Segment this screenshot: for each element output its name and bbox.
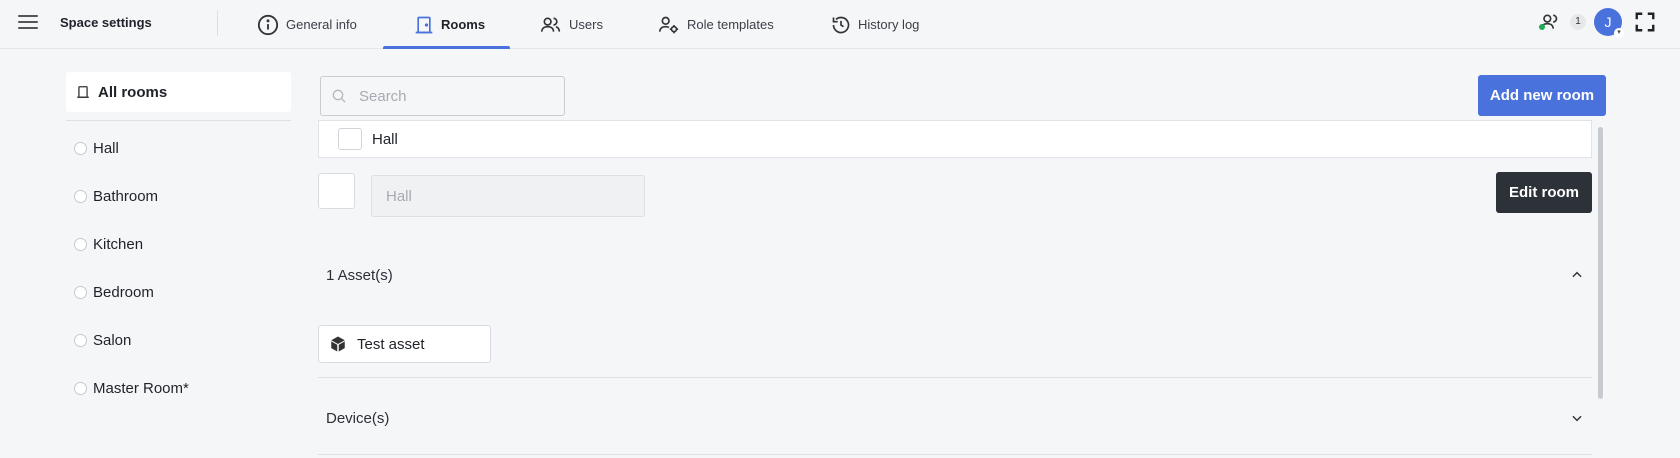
section-divider <box>318 454 1592 455</box>
sidebar-item-salon[interactable]: Salon <box>74 329 131 351</box>
tab-users[interactable]: Users <box>540 0 603 49</box>
sidebar-divider <box>66 120 291 121</box>
active-tab-indicator <box>383 46 510 49</box>
room-name-field[interactable] <box>371 175 645 217</box>
assets-section-label: 1 Asset(s) <box>326 266 393 284</box>
door-icon <box>77 86 89 98</box>
sidebar-header-label: All rooms <box>98 83 168 101</box>
room-checkbox[interactable] <box>338 128 362 150</box>
section-divider <box>318 377 1592 378</box>
room-radio[interactable] <box>74 381 87 395</box>
chevron-down-icon: ▾ <box>1614 28 1624 38</box>
top-bar: Space settings General info Rooms Users … <box>0 0 1680 49</box>
asset-label: Test asset <box>357 335 425 353</box>
sidebar-item-all-rooms[interactable]: All rooms <box>66 72 291 112</box>
header-divider <box>217 10 218 36</box>
room-label: Master Room* <box>93 379 189 397</box>
page-title: Space settings <box>60 15 152 30</box>
room-radio[interactable] <box>74 285 87 299</box>
tab-role-templates[interactable]: Role templates <box>658 0 774 49</box>
history-icon <box>832 16 850 33</box>
online-count-badge: 1 <box>1570 14 1586 30</box>
sidebar-item-bathroom[interactable]: Bathroom <box>74 185 158 207</box>
room-label: Kitchen <box>93 235 144 253</box>
tab-history-log[interactable]: History log <box>831 0 919 49</box>
sidebar-item-bedroom[interactable]: Bedroom <box>74 281 154 303</box>
chevron-up-icon <box>1572 271 1582 278</box>
search-box <box>320 76 565 116</box>
fullscreen-icon[interactable] <box>1634 11 1656 33</box>
search-input[interactable] <box>359 87 549 105</box>
sidebar-item-kitchen[interactable]: Kitchen <box>74 233 143 255</box>
avatar[interactable]: J ▾ <box>1594 8 1624 38</box>
avatar-initial: J <box>1604 14 1612 30</box>
tab-rooms[interactable]: Rooms <box>414 0 485 49</box>
user-gear-icon <box>659 16 679 33</box>
room-radio[interactable] <box>74 333 87 347</box>
tab-general-info[interactable]: General info <box>257 0 357 49</box>
devices-section-label: Device(s) <box>326 409 390 427</box>
room-radio[interactable] <box>74 237 87 251</box>
assets-section-header[interactable]: 1 Asset(s) <box>318 260 1592 290</box>
tab-label: General info <box>286 17 357 32</box>
room-radio[interactable] <box>74 189 87 203</box>
search-icon <box>332 89 346 103</box>
sidebar-item-hall[interactable]: Hall <box>74 137 119 159</box>
asset-chip[interactable]: Test asset <box>318 325 491 363</box>
tab-label: Users <box>569 17 603 32</box>
hamburger-menu-icon[interactable] <box>18 12 40 34</box>
tab-label: History log <box>858 17 920 32</box>
room-color-picker[interactable] <box>318 173 355 209</box>
users-icon <box>541 17 561 32</box>
edit-room-button[interactable]: Edit room <box>1496 172 1592 213</box>
room-label: Salon <box>93 331 132 349</box>
scrollbar[interactable] <box>1598 127 1603 399</box>
online-status-dot <box>1539 24 1545 30</box>
room-radio[interactable] <box>74 141 87 155</box>
devices-section-header[interactable]: Device(s) <box>318 403 1592 433</box>
add-new-room-button[interactable]: Add new room <box>1478 75 1606 116</box>
room-label: Hall <box>93 139 119 157</box>
cube-icon <box>331 336 345 352</box>
tab-label: Role templates <box>687 17 774 32</box>
online-users[interactable]: 1 <box>1538 12 1586 32</box>
sidebar-item-master-room[interactable]: Master Room* <box>74 377 189 399</box>
selected-room-label: Hall <box>372 130 398 148</box>
door-icon <box>415 16 433 33</box>
tab-label: Rooms <box>441 17 486 32</box>
chevron-down-icon <box>1572 415 1582 422</box>
room-label: Bathroom <box>93 187 159 205</box>
selected-room-row[interactable]: Hall <box>318 120 1592 158</box>
room-label: Bedroom <box>93 283 154 301</box>
info-icon <box>257 14 279 35</box>
